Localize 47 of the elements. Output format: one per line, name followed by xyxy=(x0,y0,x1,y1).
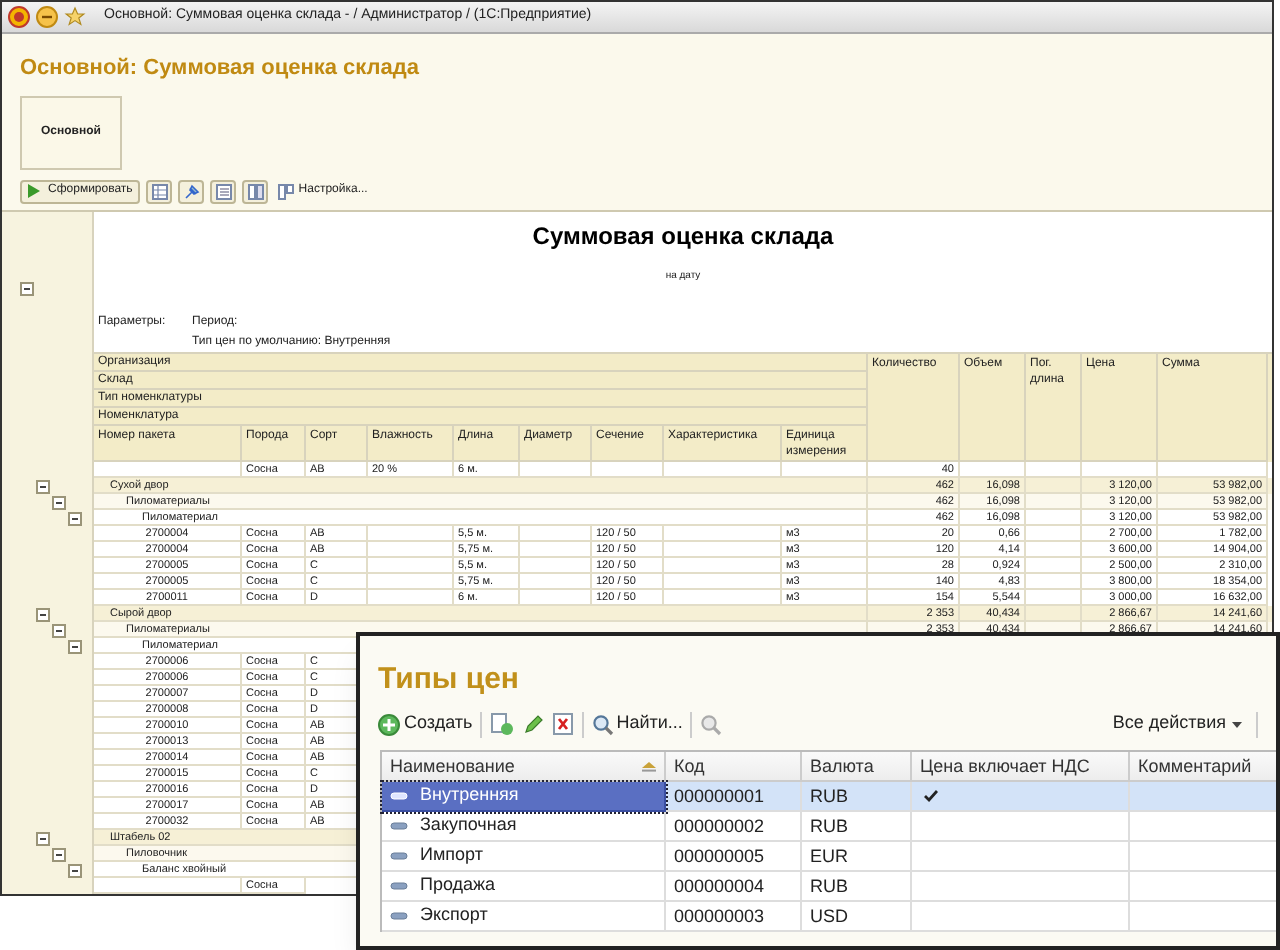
item-icon xyxy=(390,882,408,890)
table-icon[interactable] xyxy=(146,179,173,203)
find-button[interactable]: Найти... xyxy=(592,710,683,738)
window-title: Типы цен xyxy=(378,662,519,696)
collapse-icon[interactable] xyxy=(36,607,50,621)
collapse-icon[interactable] xyxy=(36,831,50,845)
item-icon xyxy=(390,822,408,830)
form-title: Основной: Суммовая оценка склада xyxy=(20,56,420,80)
collapse-icon[interactable] xyxy=(68,511,82,525)
table-cell-text: Экспорт xyxy=(420,902,488,929)
plus-icon xyxy=(378,713,400,735)
logo-icon[interactable] xyxy=(8,6,30,28)
columns-icon[interactable] xyxy=(242,179,269,203)
table-row[interactable]: Продажа 000000004 RUB xyxy=(382,872,1276,902)
item-icon xyxy=(390,912,408,920)
table-row[interactable]: Экспорт 000000003 USD xyxy=(382,902,1276,932)
report-title: Суммовая оценка склада xyxy=(532,220,834,254)
pin-icon[interactable] xyxy=(178,179,205,203)
minimize-icon[interactable] xyxy=(36,6,58,28)
settings-icon xyxy=(278,183,295,199)
table-cell-text: Внутренняя xyxy=(420,782,519,809)
collapse-icon[interactable] xyxy=(20,281,34,296)
collapse-icon[interactable] xyxy=(68,863,82,877)
copy-icon[interactable] xyxy=(490,712,515,736)
create-button[interactable]: Создать xyxy=(378,710,473,738)
table-row[interactable]: Внутренняя 000000001 RUB xyxy=(382,782,1276,812)
star-icon[interactable] xyxy=(64,6,86,28)
sort-icon xyxy=(642,761,656,771)
search-icon xyxy=(592,713,615,735)
table-cell: USD xyxy=(802,902,912,932)
all-actions-button[interactable]: Все действия xyxy=(1112,710,1242,738)
table-cell: 000000003 xyxy=(666,902,802,932)
table-cell-text: Закупочная xyxy=(420,812,517,839)
list-icon[interactable] xyxy=(210,179,237,203)
play-icon xyxy=(28,184,40,198)
collapse-icon[interactable] xyxy=(68,639,82,653)
table-row[interactable]: Импорт 000000005 EUR xyxy=(382,842,1276,872)
collapse-icon[interactable] xyxy=(52,847,66,861)
collapse-icon[interactable] xyxy=(36,479,50,493)
table-cell-text: Продажа xyxy=(420,872,496,899)
item-icon xyxy=(390,792,408,800)
item-icon xyxy=(390,852,408,860)
collapse-icon[interactable] xyxy=(52,495,66,509)
delete-icon[interactable] xyxy=(552,712,575,736)
collapse-icon[interactable] xyxy=(52,623,66,637)
table-cell-text: Импорт xyxy=(420,842,483,869)
table-row[interactable]: Закупочная 000000002 RUB xyxy=(382,812,1276,842)
